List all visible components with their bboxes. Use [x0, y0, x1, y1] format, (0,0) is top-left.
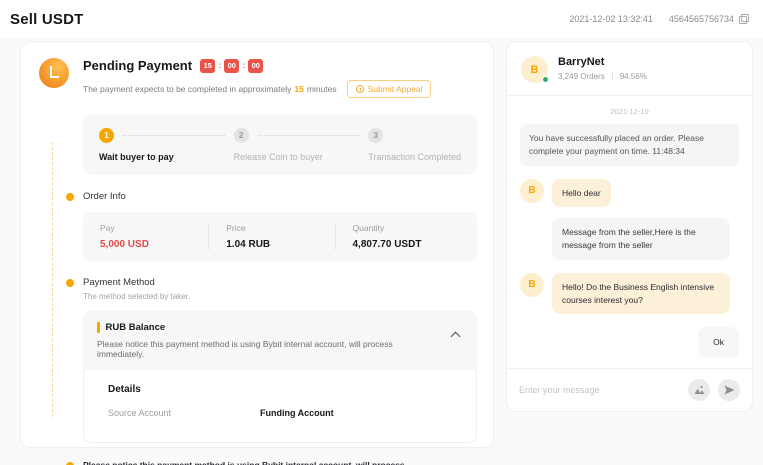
copy-icon[interactable] — [739, 14, 749, 24]
pending-clock-icon — [39, 58, 69, 88]
message-bubble: Hello! Do the Business English intensive… — [552, 273, 730, 315]
order-pay-col: Pay 5,000 USD — [83, 223, 208, 250]
message-bubble: Hello dear — [552, 179, 611, 208]
pending-payment-title: Pending Payment — [83, 58, 192, 73]
online-status-dot — [542, 76, 549, 83]
chat-message-seller: B Hello! Do the Business English intensi… — [520, 273, 739, 315]
details-title: Details — [108, 384, 462, 395]
pending-description: The payment expects to be completed in a… — [83, 80, 431, 98]
chat-date: 2021-12-10 — [520, 107, 739, 116]
step-1-label: Wait buyer to pay — [99, 152, 234, 162]
message-bubble: Message from the seller,Here is the mess… — [552, 218, 730, 260]
chevron-up-icon[interactable] — [451, 332, 461, 342]
chat-message-input[interactable] — [519, 385, 680, 395]
payment-method-header[interactable]: RUB Balance Please notice this payment m… — [83, 311, 477, 370]
chat-message-list[interactable]: 2021-12-10 You have successfully placed … — [507, 96, 752, 368]
step-wait-buyer: 1 Wait buyer to pay — [99, 128, 234, 162]
source-account-row: Source Account Funding Account — [108, 408, 462, 418]
order-info-title: Order Info — [83, 191, 477, 202]
payment-method-subtitle: The method selected by taker. — [83, 292, 477, 301]
price-label: Price — [226, 223, 334, 233]
meta-divider — [612, 73, 613, 81]
send-icon — [724, 385, 735, 395]
source-account-value: Funding Account — [260, 408, 334, 418]
order-quantity-col: Quantity 4,807.70 USDT — [335, 223, 477, 250]
accent-bar — [97, 322, 100, 333]
order-info-box: Pay 5,000 USD Price 1.04 RUB Quantity 4,… — [83, 212, 477, 261]
timer-seconds: 00 — [248, 59, 263, 73]
payment-method-title: Payment Method — [83, 277, 477, 288]
pay-value: 5,000 USD — [100, 239, 208, 250]
chat-message-seller-note: Message from the seller,Here is the mess… — [520, 218, 739, 260]
attach-image-button[interactable] — [688, 379, 710, 401]
order-detail-card: Pending Payment 15 : 00 : 00 The payment… — [20, 41, 494, 448]
send-message-button[interactable] — [718, 379, 740, 401]
chat-input-bar — [507, 368, 752, 411]
step-release-coin: 2 Release Coin to buyer — [234, 128, 369, 162]
seller-orders: 3,249 Orders — [558, 72, 605, 81]
quantity-value: 4,807.70 USDT — [353, 239, 477, 250]
step-3-circle: 3 — [368, 128, 383, 143]
pay-label: Pay — [100, 223, 208, 233]
method-note: Please notice this payment method is usi… — [97, 339, 441, 359]
quantity-label: Quantity — [353, 223, 477, 233]
order-info-dot — [66, 193, 74, 201]
step-1-circle: 1 — [99, 128, 114, 143]
seller-completion-rate: 94.56% — [620, 72, 647, 81]
image-icon — [694, 385, 705, 395]
order-timestamp: 2021-12-02 13:32:41 — [569, 14, 653, 24]
submit-appeal-button[interactable]: Submit Appeal — [347, 80, 432, 98]
message-bubble: Ok — [698, 327, 739, 358]
step-3-label: Transaction Completed — [368, 152, 461, 162]
payment-method-details: Details Source Account Funding Account — [83, 370, 477, 443]
message-avatar: B — [520, 179, 544, 203]
source-account-label: Source Account — [108, 408, 260, 418]
top-bar: Sell USDT 2021-12-02 13:32:41 4564565756… — [0, 0, 763, 38]
avatar-letter: B — [531, 64, 539, 76]
order-price-col: Price 1.04 RUB — [208, 223, 334, 250]
timer-hours: 15 — [200, 59, 215, 73]
progress-stepper: 1 Wait buyer to pay 2 Release Coin to bu… — [83, 114, 477, 175]
timer-minutes: 00 — [224, 59, 239, 73]
page-title: Sell USDT — [10, 11, 83, 28]
step-2-label: Release Coin to buyer — [234, 152, 369, 162]
step-2-circle: 2 — [234, 128, 249, 143]
appeal-clock-icon — [356, 85, 364, 93]
price-value: 1.04 RUB — [226, 239, 334, 250]
chat-message-own: Ok — [520, 327, 739, 358]
order-number: 4564565756734 — [669, 14, 734, 24]
payment-method-dot — [66, 279, 74, 287]
system-message: You have successfully placed an order. P… — [520, 124, 739, 166]
seller-name[interactable]: BarryNet — [558, 56, 647, 68]
minutes-highlight: 15 — [294, 84, 303, 94]
timeline-line — [52, 142, 53, 417]
seller-avatar[interactable]: B — [521, 56, 548, 83]
chat-message-seller: B Hello dear — [520, 179, 739, 208]
chat-panel: B BarryNet 3,249 Orders 94.56% 2021-12-1… — [506, 41, 753, 412]
chat-header: B BarryNet 3,249 Orders 94.56% — [507, 42, 752, 96]
countdown-timer: 15 : 00 : 00 — [200, 59, 263, 73]
method-name: RUB Balance — [106, 322, 166, 333]
message-avatar: B — [520, 273, 544, 297]
bottom-notice: Please notice this payment method is usi… — [83, 460, 477, 465]
step-transaction-completed: 3 Transaction Completed — [368, 128, 461, 162]
